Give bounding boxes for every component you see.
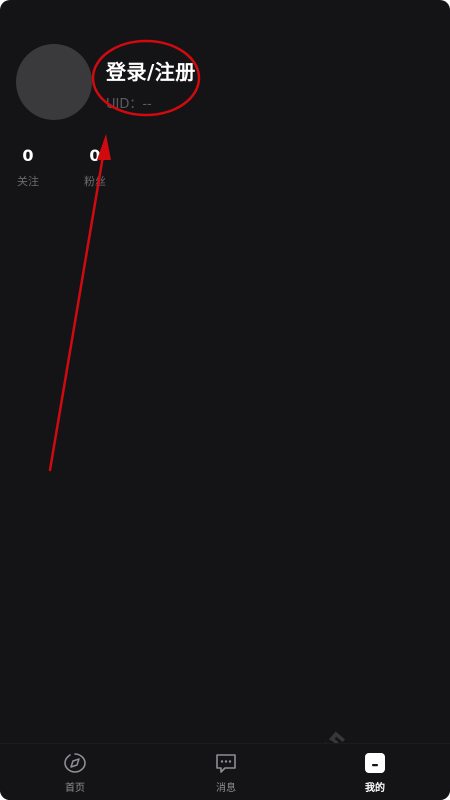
tab-me-label: 我的 <box>365 783 385 794</box>
following-stat[interactable]: 0 关注 <box>8 145 48 189</box>
tab-me[interactable]: 我的 <box>335 744 415 800</box>
tab-messages-label: 消息 <box>216 783 236 794</box>
tab-home-label: 首页 <box>65 783 85 794</box>
following-label: 关注 <box>17 175 39 188</box>
uid-label: UID：-- <box>106 97 152 112</box>
tab-messages[interactable]: 消息 <box>186 744 266 800</box>
tab-home[interactable]: 首页 <box>35 744 115 800</box>
home-compass-icon <box>64 753 86 773</box>
annotation-overlay <box>48 39 201 472</box>
fans-label: 粉丝 <box>84 175 106 188</box>
following-count: 0 <box>22 146 34 165</box>
message-icon <box>216 754 236 773</box>
fans-count: 0 <box>89 146 101 165</box>
fans-stat[interactable]: 0 粉丝 <box>75 145 115 189</box>
annotation-arrow-line <box>48 148 106 472</box>
profile-icon <box>365 753 385 773</box>
profile-screen: 登录/注册 UID：-- 0 关注 0 粉丝 54下载站 首页 <box>0 0 450 800</box>
login-register-link[interactable]: 登录/注册 <box>106 56 196 85</box>
bottom-tab-bar: 首页 消息 我的 <box>0 743 450 800</box>
avatar[interactable] <box>16 44 92 120</box>
